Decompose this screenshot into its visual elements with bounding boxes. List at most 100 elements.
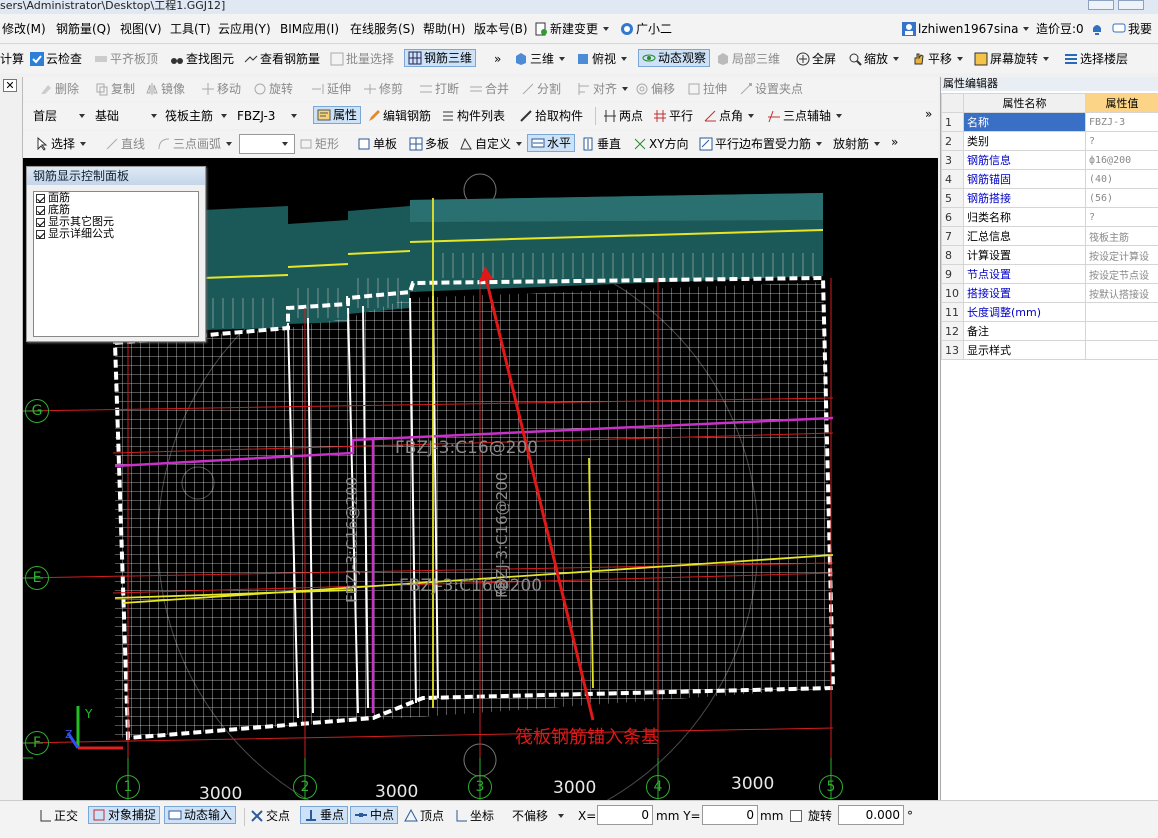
toolbar1-more[interactable]: » (494, 50, 501, 68)
rotate-checkbox[interactable] (790, 810, 802, 822)
element-list-button[interactable]: 构件列表 (441, 107, 505, 125)
menu-online[interactable]: 在线服务(S) (350, 20, 415, 38)
menu-rebar-qty[interactable]: 钢筋量(Q) (56, 20, 111, 38)
type-select[interactable]: 筏板主筋 (165, 107, 231, 125)
vertex-snap[interactable]: 顶点 (404, 807, 444, 825)
single-slab-button[interactable]: 单板 (357, 135, 397, 153)
zoom-button[interactable]: 缩放 (848, 50, 900, 68)
two-point-button[interactable]: 两点 (603, 107, 643, 125)
delete-button[interactable]: 删除 (39, 80, 79, 98)
checkbox-checked-icon[interactable] (36, 217, 45, 227)
checkbox-checked-icon[interactable] (36, 229, 45, 239)
copy-button[interactable]: 复制 (95, 80, 135, 98)
intersection-snap[interactable]: 交点 (250, 807, 290, 825)
3d-view-button[interactable]: 三维 (514, 50, 566, 68)
local-3d-button[interactable]: 局部三维 (716, 50, 780, 68)
notification-button[interactable] (1090, 20, 1104, 38)
menu-tools[interactable]: 工具(T) (170, 20, 211, 38)
perpendicular-snap[interactable]: 垂点 (300, 806, 349, 824)
element-select[interactable]: FBZJ-3 (237, 107, 307, 125)
dynamic-input-toggle[interactable]: 动态输入 (164, 806, 237, 824)
align-button[interactable]: 对齐 (577, 80, 629, 98)
property-value[interactable]: 筏板主筋 (1085, 226, 1158, 246)
property-row[interactable]: 5 钢筋搭接 (56) (941, 188, 1158, 208)
close-icon[interactable]: ✕ (3, 79, 17, 92)
minimize-button[interactable] (1088, 0, 1114, 10)
parallel-edge-button[interactable]: 平行边布置受力筋 (699, 135, 823, 153)
toolbar3-more[interactable]: » (925, 105, 932, 123)
properties-button[interactable]: 属性 (313, 106, 362, 124)
radial-rebar-button[interactable]: 放射筋 (833, 135, 881, 153)
property-value[interactable]: 按设定节点设 (1085, 264, 1158, 284)
menu-bim[interactable]: BIM应用(I) (280, 20, 339, 38)
pick-element-button[interactable]: 拾取构件 (519, 107, 583, 125)
xy-direction-button[interactable]: XY方向 (633, 135, 689, 153)
split-button[interactable]: 分割 (521, 80, 561, 98)
property-row[interactable]: 2 类别? (941, 131, 1158, 151)
set-grip-button[interactable]: 设置夹点 (739, 80, 803, 98)
toolbar4-more[interactable]: » (891, 133, 898, 151)
checkbox-checked-icon[interactable] (36, 205, 45, 215)
coordinate-snap[interactable]: 坐标 (454, 807, 494, 825)
object-snap-toggle[interactable]: 对象捕捉 (88, 806, 161, 824)
horizontal-button[interactable]: 水平 (527, 134, 576, 152)
select-button[interactable]: 选择 (35, 135, 87, 153)
find-element-button[interactable]: 查找图元 (170, 50, 234, 68)
property-value[interactable] (1085, 302, 1158, 322)
ortho-toggle[interactable]: 正交 (38, 807, 78, 825)
want-button[interactable]: 我要 (1112, 20, 1152, 38)
x-input[interactable]: 0 (597, 805, 653, 825)
property-row[interactable]: 3 钢筋信息 ф16@200 (941, 150, 1158, 170)
property-row[interactable]: 9 节点设置 按设定节点设 (941, 264, 1158, 284)
property-row[interactable]: 6 归类名称? (941, 207, 1158, 227)
menu-version[interactable]: 版本号(B) (474, 20, 528, 38)
property-row[interactable]: 13 显示样式 (941, 340, 1158, 360)
assistant-button[interactable]: 广小二 (620, 20, 672, 38)
top-view-button[interactable]: 俯视 (576, 50, 628, 68)
select-floor-button[interactable]: 选择楼层 (1064, 50, 1128, 68)
property-value[interactable] (1085, 340, 1158, 360)
property-value[interactable]: (56) (1085, 188, 1158, 208)
property-value[interactable]: 按设定计算设 (1085, 245, 1158, 265)
batch-select-button[interactable]: 批量选择 (330, 50, 394, 68)
property-value[interactable]: ? (1085, 131, 1158, 151)
rotate-button[interactable]: 旋转 (253, 80, 293, 98)
line-button[interactable]: 直线 (105, 135, 145, 153)
property-value[interactable]: (40) (1085, 169, 1158, 189)
user-menu[interactable]: lzhiwen1967sina (902, 20, 1030, 38)
dynamic-observe-button[interactable]: 动态观察 (638, 49, 711, 67)
multi-slab-button[interactable]: 多板 (409, 135, 449, 153)
view-rebar-qty-button[interactable]: 查看钢筋量 (244, 50, 320, 68)
arc-button[interactable]: 三点画弧 (157, 135, 233, 153)
menu-view[interactable]: 视图(V) (120, 20, 162, 38)
property-value[interactable]: ф16@200 (1085, 150, 1158, 170)
screen-rotate-button[interactable]: 屏幕旋转 (974, 50, 1050, 68)
offset-select[interactable]: 不偏移 (512, 807, 574, 825)
point-angle-button[interactable]: 点角 (703, 107, 755, 125)
fullscreen-button[interactable]: 全屏 (796, 50, 836, 68)
align-slab-top-button[interactable]: 平齐板顶 (94, 50, 158, 68)
stretch-button[interactable]: 拉伸 (687, 80, 727, 98)
property-row[interactable]: 4 钢筋锚固 (40) (941, 169, 1158, 189)
property-value[interactable]: ? (1085, 207, 1158, 227)
maximize-button[interactable] (1118, 0, 1144, 10)
floor-select[interactable]: 首层 (33, 107, 91, 125)
parallel-button[interactable]: 平行 (653, 107, 693, 125)
mirror-button[interactable]: 镜像 (145, 80, 185, 98)
new-change-button[interactable]: 新建变更 (534, 20, 610, 38)
offset-button[interactable]: 偏移 (635, 80, 675, 98)
menu-modify[interactable]: 修改(M) (2, 20, 46, 38)
cloud-check-button[interactable]: 云检查 (30, 50, 82, 68)
custom-button[interactable]: 自定义 (459, 135, 523, 153)
property-value[interactable]: FBZJ-3 (1085, 112, 1158, 132)
category-select[interactable]: 基础 (95, 107, 161, 125)
edit-rebar-button[interactable]: 编辑钢筋 (367, 107, 431, 125)
property-row[interactable]: 1 名称 FBZJ-3 (941, 112, 1158, 132)
rectangle-button[interactable]: 矩形 (299, 135, 339, 153)
pan-button[interactable]: 平移 (912, 50, 964, 68)
menu-cloud[interactable]: 云应用(Y) (218, 20, 271, 38)
property-row[interactable]: 8 计算设置 按设定计算设 (941, 245, 1158, 265)
property-row[interactable]: 10 搭接设置 按默认搭接设 (941, 283, 1158, 303)
midpoint-snap[interactable]: 中点 (350, 806, 399, 824)
break-button[interactable]: 打断 (419, 80, 459, 98)
